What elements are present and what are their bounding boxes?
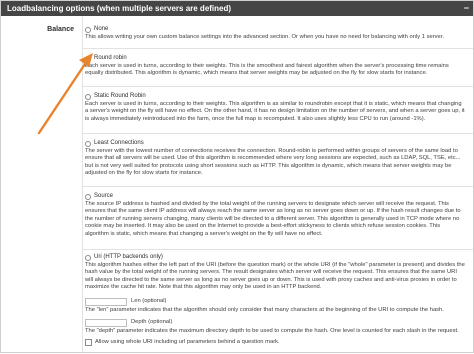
option-none-label: None bbox=[94, 25, 109, 32]
radio-roundrobin[interactable] bbox=[85, 55, 91, 62]
radio-none[interactable] bbox=[85, 26, 91, 33]
option-static-rr: Static Round Robin Each server is used i… bbox=[85, 92, 465, 123]
option-leastconn-label: Least Connections bbox=[94, 139, 144, 146]
whole-checkbox[interactable] bbox=[85, 339, 92, 346]
option-source: Source The source IP address is hashed a… bbox=[85, 192, 465, 238]
option-uri-desc: This algorithm hashes either the left pa… bbox=[85, 262, 465, 291]
radio-leastconn[interactable] bbox=[85, 140, 91, 147]
label-column: Balance bbox=[1, 16, 83, 352]
option-none: None This allows writing your own custom… bbox=[85, 25, 465, 41]
option-leastconn-desc: The server with the lowest number of con… bbox=[85, 148, 461, 177]
option-none-desc: This allows writing your own custom bala… bbox=[85, 34, 444, 40]
option-uri: Uri (HTTP backends only) This algorithm … bbox=[85, 253, 465, 292]
radio-static-rr[interactable] bbox=[85, 93, 91, 100]
option-static-rr-desc: Each server is used in turns, according … bbox=[85, 101, 465, 122]
section-title: Loadbalancing options (when multiple ser… bbox=[7, 4, 232, 13]
divider bbox=[83, 133, 473, 134]
divider bbox=[83, 86, 473, 87]
option-roundrobin-desc: Each server is used in turns, according … bbox=[85, 63, 449, 77]
len-input[interactable] bbox=[85, 298, 127, 306]
radio-uri[interactable] bbox=[85, 254, 91, 261]
depth-help: The "depth" parameter indicates the maxi… bbox=[85, 328, 465, 335]
len-help: The "len" parameter indicates that the a… bbox=[85, 307, 465, 314]
whole-label: Allow using whole URI including url para… bbox=[95, 338, 280, 345]
divider bbox=[83, 48, 473, 49]
depth-desc: The "depth" parameter indicates the maxi… bbox=[85, 328, 459, 334]
option-uri-label: Uri (HTTP backends only) bbox=[94, 253, 163, 260]
option-static-rr-label: Static Round Robin bbox=[94, 92, 146, 99]
depth-label: Depth (optional) bbox=[131, 319, 173, 325]
len-label: Len (optional) bbox=[131, 298, 167, 304]
balance-label: Balance bbox=[47, 26, 74, 33]
depth-input[interactable] bbox=[85, 319, 127, 327]
whole-option: Allow using whole URI including url para… bbox=[85, 338, 465, 347]
option-source-desc: The source IP address is hashed and divi… bbox=[85, 201, 461, 237]
loadbalancing-panel: Loadbalancing options (when multiple ser… bbox=[0, 0, 474, 353]
option-source-label: Source bbox=[94, 192, 114, 199]
option-roundrobin-label: Round robin bbox=[94, 54, 127, 61]
option-roundrobin: Round robin Each server is used in turns… bbox=[85, 54, 465, 78]
len-desc: The "len" parameter indicates that the a… bbox=[85, 307, 444, 313]
radio-source[interactable] bbox=[85, 193, 91, 200]
divider bbox=[83, 186, 473, 187]
section-header: Loadbalancing options (when multiple ser… bbox=[1, 1, 473, 16]
option-leastconn: Least Connections The server with the lo… bbox=[85, 139, 465, 178]
divider bbox=[83, 249, 473, 250]
collapse-toggle-icon[interactable]: − bbox=[464, 1, 469, 16]
